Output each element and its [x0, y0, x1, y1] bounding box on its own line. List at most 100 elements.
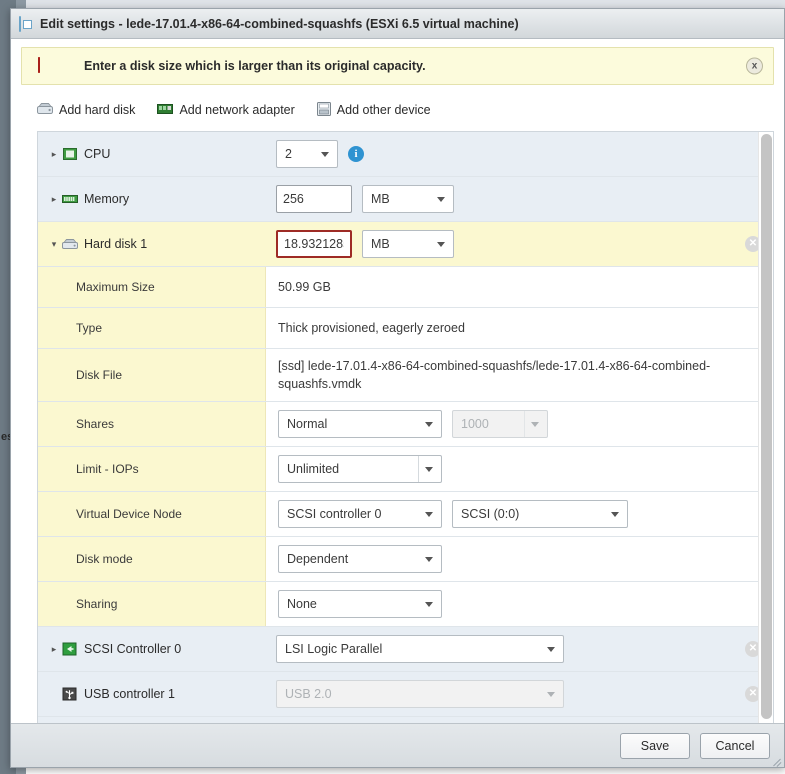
device-label-cell: ▾ Hard disk 1 — [38, 222, 266, 266]
add-network-adapter-button[interactable]: Add network adapter — [157, 103, 295, 118]
disk-detail-label-text: Type — [76, 321, 103, 335]
disk-detail-value: 50.99 GB — [266, 267, 773, 307]
disk-detail-dropdown[interactable]: Unlimited — [278, 455, 442, 483]
dropdown-value: LSI Logic Parallel — [285, 642, 383, 656]
device-toolbar: Add hard disk Add network adapter Add ot… — [37, 99, 784, 121]
disk-detail-dropdown[interactable]: Dependent — [278, 545, 442, 573]
device-dropdown[interactable]: LSI Logic Parallel — [276, 635, 564, 663]
disk-detail-row: Limit - IOPs Unlimited — [38, 447, 773, 492]
disk-detail-value: Unlimited — [266, 447, 773, 491]
disk-detail-label: Type — [38, 308, 266, 348]
dialog-titlebar: Edit settings - lede-17.01.4-x86-64-comb… — [11, 9, 784, 39]
harddisk-icon — [62, 237, 78, 251]
dropdown-value: 2 — [285, 147, 292, 161]
disk-detail-value: SCSI controller 0 SCSI (0:0) — [266, 492, 773, 536]
unit-dropdown[interactable]: MB — [362, 185, 454, 213]
device-row: ▾Hard disk 1MB✕ — [38, 222, 773, 267]
disk-detail-dropdown[interactable]: Normal — [278, 410, 442, 438]
disk-size-input[interactable] — [276, 230, 352, 258]
dropdown-divider — [418, 456, 419, 482]
disk-detail-value: Normal 1000 — [266, 402, 773, 446]
add-other-device-button[interactable]: Add other device — [316, 101, 431, 119]
disk-detail-value: Thick provisioned, eagerly zeroed — [266, 308, 773, 348]
disk-detail-dropdown-secondary: 1000 — [452, 410, 548, 438]
disk-detail-label-text: Virtual Device Node — [76, 507, 182, 521]
disk-detail-label: Sharing — [38, 582, 266, 626]
resize-grip[interactable] — [770, 754, 782, 767]
dropdown-value: Normal — [287, 417, 328, 431]
disk-detail-label: Virtual Device Node — [38, 492, 266, 536]
dropdown-value: SCSI controller 0 — [287, 507, 382, 521]
disk-detail-value: None — [266, 582, 773, 626]
device-control-cell: 2i — [266, 132, 773, 176]
device-row: ▸ SCSI Controller 0 LSI Logic Parallel ✕ — [38, 627, 773, 672]
disk-detail-value: Dependent — [266, 537, 773, 581]
cancel-button[interactable]: Cancel — [700, 732, 770, 759]
edit-settings-dialog: Edit settings - lede-17.01.4-x86-64-comb… — [10, 8, 785, 768]
dropdown-value: MB — [371, 237, 390, 251]
disk-detail-label-text: Limit - IOPs — [76, 462, 139, 476]
disk-detail-dropdown[interactable]: None — [278, 590, 442, 618]
disk-detail-label-text: Disk mode — [76, 552, 133, 566]
device-name: Memory — [84, 192, 130, 206]
disk-detail-row: Maximum Size 50.99 GB — [38, 267, 773, 308]
expand-arrow-icon[interactable]: ▸ — [48, 194, 60, 204]
dropdown-value: Dependent — [287, 552, 349, 566]
chevron-down-icon — [425, 557, 433, 562]
disk-detail-label-text: Maximum Size — [76, 280, 155, 294]
disk-detail-dropdown[interactable]: SCSI controller 0 — [278, 500, 442, 528]
vm-icon — [19, 15, 33, 32]
disk-detail-row: Type Thick provisioned, eagerly zeroed — [38, 308, 773, 349]
error-banner: Enter a disk size which is larger than i… — [21, 47, 774, 85]
disk-detail-label-text: Shares — [76, 417, 115, 431]
expand-arrow-icon[interactable]: ▸ — [48, 149, 60, 159]
close-icon[interactable]: x — [746, 57, 763, 75]
chevron-down-icon — [547, 647, 555, 652]
expand-arrow-icon[interactable]: ▸ — [48, 644, 60, 654]
unit-dropdown[interactable]: MB — [362, 230, 454, 258]
disk-detail-dropdown-secondary[interactable]: SCSI (0:0) — [452, 500, 628, 528]
disk-detail-static-value: 50.99 GB — [278, 280, 331, 294]
chevron-down-icon — [425, 422, 433, 427]
disk-detail-label: Shares — [38, 402, 266, 446]
chevron-down-icon — [425, 467, 433, 472]
disk-detail-static-value: Thick provisioned, eagerly zeroed — [278, 321, 465, 335]
disk-detail-label: Disk File — [38, 349, 266, 401]
memory-size-input[interactable] — [276, 185, 352, 213]
cpu-icon — [62, 147, 78, 161]
device-row: ▸ CPU 2 i — [38, 132, 773, 177]
chevron-down-icon — [531, 422, 539, 427]
device-control-cell: MB — [266, 177, 773, 221]
device-label-cell: ▸ CPU — [38, 132, 266, 176]
disk-detail-row: Disk File [ssd] lede-17.01.4-x86-64-combi… — [38, 349, 773, 402]
expand-arrow-icon[interactable]: ▾ — [48, 239, 60, 249]
add-hard-disk-button[interactable]: Add hard disk — [37, 102, 135, 118]
device-table-scrollbar[interactable] — [758, 132, 773, 723]
dropdown-value: None — [287, 597, 317, 611]
disk-detail-row: Virtual Device Node SCSI controller 0 SCSI… — [38, 492, 773, 537]
usb-controller-icon — [62, 687, 78, 701]
chevron-down-icon — [425, 512, 433, 517]
chevron-down-icon — [437, 242, 445, 247]
chevron-down-icon — [425, 602, 433, 607]
device-dropdown[interactable]: 2 — [276, 140, 338, 168]
device-row: ▸ Memory MB — [38, 177, 773, 222]
dialog-footer: Save Cancel — [11, 723, 784, 767]
disk-detail-row: Shares Normal 1000 — [38, 402, 773, 447]
device-label-cell: USB controller 1 — [38, 672, 266, 716]
info-icon[interactable]: i — [348, 146, 364, 162]
save-button[interactable]: Save — [620, 732, 690, 759]
device-name: USB controller 1 — [84, 687, 176, 701]
disk-detail-static-value: [ssd] lede-17.01.4-x86-64-combined-squas… — [278, 359, 711, 391]
device-label-cell: ▸ Memory — [38, 177, 266, 221]
device-rows: ▸CPU2i▸MemoryMB▾Hard disk 1MB✕Maximum Si… — [38, 132, 773, 723]
disk-detail-label: Maximum Size — [38, 267, 266, 307]
device-table: ▸CPU2i▸MemoryMB▾Hard disk 1MB✕Maximum Si… — [37, 131, 774, 723]
other-device-icon — [316, 101, 331, 119]
dropdown-value: MB — [371, 192, 390, 206]
scrollbar-thumb[interactable] — [761, 134, 772, 719]
device-control-cell: USB 2.0 — [266, 672, 773, 716]
chevron-down-icon — [611, 512, 619, 517]
disk-detail-row: Disk mode Dependent — [38, 537, 773, 582]
device-control-cell: MB — [266, 222, 773, 266]
